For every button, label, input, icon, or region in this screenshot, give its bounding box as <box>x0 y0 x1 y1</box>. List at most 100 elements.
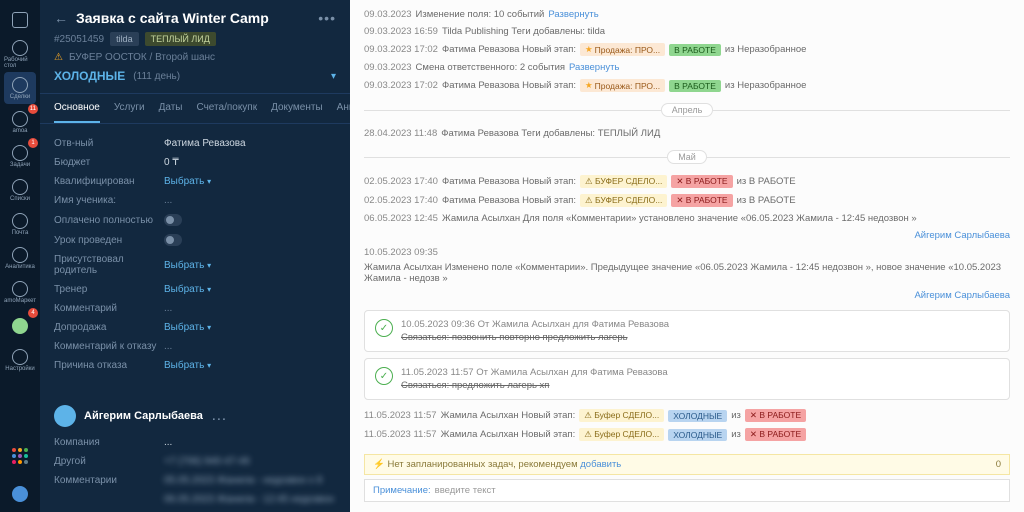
toggle[interactable] <box>164 234 182 246</box>
month-divider: Апрель <box>661 103 714 117</box>
field-label: Допродажа <box>54 322 164 333</box>
contact-section[interactable]: Айгерим Сарлыбаева … <box>54 395 336 433</box>
more-menu-icon[interactable]: ••• <box>318 10 336 26</box>
chat-icon <box>12 111 28 127</box>
tab-form[interactable]: Анкета <box>337 94 350 123</box>
timeline-event: 02.05.2023 17:40 Фатима Ревазова Новый э… <box>364 191 1010 210</box>
timeline-event: 28.04.2023 11:48 Фатима Ревазова Теги до… <box>364 125 1010 142</box>
pipeline-label: БУФЕР ООСТОК / Второй шанс <box>69 52 215 63</box>
tab-main[interactable]: Основное <box>54 94 100 123</box>
status-chip: ⚠ БУФЕР СДЕЛО... <box>580 194 667 207</box>
field-value[interactable]: Фатима Ревазова <box>164 138 336 149</box>
status-chip: ✕ В РАБОТЕ <box>671 175 732 188</box>
timeline-event: 09.03.2023 16:59 Tilda Publishing Теги д… <box>364 23 1010 40</box>
sidebar-item-chat[interactable]: amoa11 <box>4 106 36 138</box>
contact-field[interactable]: ... <box>164 437 336 448</box>
field-label: Комментарий <box>54 303 164 314</box>
deals-icon <box>12 77 28 93</box>
add-task-link[interactable]: добавить <box>580 459 621 470</box>
tab-services[interactable]: Услуги <box>114 94 145 123</box>
sidebar-item-analytics[interactable]: Аналитика <box>4 242 36 274</box>
status-chip: ✕ В РАБОТЕ <box>745 428 806 441</box>
tab-invoices[interactable]: Счета/покупк <box>196 94 257 123</box>
status-chip: В РАБОТЕ <box>669 80 721 92</box>
nav-sidebar: Рабочий стол Сделки amoa11 Задачи1 Списк… <box>0 0 40 512</box>
field-label: Имя ученика: <box>54 195 164 206</box>
sidebar-item-market[interactable]: amoМаркет <box>4 276 36 308</box>
sidebar-item-settings[interactable]: Настройки <box>4 344 36 376</box>
status-chip: ✕ В РАБОТЕ <box>745 409 806 422</box>
field-label: Комментарий к отказу <box>54 341 164 352</box>
analytics-icon <box>12 247 28 263</box>
badge: 1 <box>28 138 38 148</box>
tasks-icon <box>12 145 28 161</box>
status-chip: ✕ В РАБОТЕ <box>671 194 732 207</box>
event-user-link[interactable]: Айгерим Сарлыбаева <box>364 227 1010 244</box>
sidebar-item-desktop[interactable]: Рабочий стол <box>4 38 36 70</box>
back-button[interactable]: ← <box>54 10 68 26</box>
tab-docs[interactable]: Документы <box>271 94 323 123</box>
expand-link[interactable]: Развернуть <box>548 9 598 20</box>
field-label: Отв-ный <box>54 138 164 149</box>
sidebar-item-bag[interactable] <box>4 4 36 36</box>
tab-dates[interactable]: Даты <box>159 94 183 123</box>
check-icon: ✓ <box>375 367 393 385</box>
contact-field[interactable]: +7 (706) 940-47-46 <box>164 456 336 467</box>
sidebar-item-lists[interactable]: Списки <box>4 174 36 206</box>
contact-field[interactable]: 06.05.2023 Жанила - 12:45 недозвон <box>164 494 336 505</box>
timeline-event: 09.03.2023 Изменение поля: 10 событий Ра… <box>364 6 1010 23</box>
market-icon <box>12 281 28 297</box>
badge: 11 <box>28 104 38 114</box>
status-chip: ★ Продажа: ПРО... <box>580 43 665 56</box>
field-value[interactable]: 0 ₸ <box>164 157 336 168</box>
bulb-icon[interactable] <box>6 480 34 508</box>
timeline-event: 02.05.2023 17:40 Фатима Ревазова Новый э… <box>364 172 1010 191</box>
deal-id: #25051459 <box>54 34 104 45</box>
field-select[interactable]: Выбрать ▾ <box>164 322 336 333</box>
status-chip: В РАБОТЕ <box>669 44 721 56</box>
task-card[interactable]: ✓11.05.2023 11:57 От Жамила Асылхан для … <box>364 358 1010 400</box>
field-select[interactable]: Выбрать ▾ <box>164 176 336 187</box>
status-chip: ⚠ Буфер СДЕЛО... <box>579 409 664 422</box>
sidebar-item-deals[interactable]: Сделки <box>4 72 36 104</box>
desktop-icon <box>12 40 28 56</box>
timeline-event: 09.03.2023 17:02 Фатима Ревазова Новый э… <box>364 40 1010 59</box>
event-user-link[interactable]: Айгерим Сарлыбаева <box>364 287 1010 304</box>
sidebar-item-mail[interactable]: Почта <box>4 208 36 240</box>
field-value[interactable]: ... <box>164 195 336 206</box>
status-chip: ★ Продажа: ПРО... <box>580 79 665 92</box>
field-value[interactable]: ... <box>164 341 336 352</box>
source-tag[interactable]: tilda <box>110 32 139 46</box>
panel-tabs: Основное Услуги Даты Счета/покупк Докуме… <box>40 94 350 124</box>
user-icon <box>12 318 28 334</box>
timeline-event: 11.05.2023 11:57 Жамила Асылхан Новый эт… <box>364 425 1010 444</box>
stage-selector[interactable]: ХОЛОДНЫЕ (111 день) ▾ <box>54 69 336 83</box>
field-select[interactable]: Выбрать ▾ <box>164 284 336 295</box>
task-card[interactable]: ✓10.05.2023 09:36 От Жамила Асылхан для … <box>364 310 1010 352</box>
lists-icon <box>12 179 28 195</box>
warm-tag[interactable]: ТЕПЛЫЙ ЛИД <box>145 32 216 46</box>
apps-icon[interactable] <box>6 442 34 470</box>
badge: 4 <box>28 308 38 318</box>
month-divider: Май <box>667 150 707 164</box>
toggle[interactable] <box>164 214 182 226</box>
sidebar-item-tasks[interactable]: Задачи1 <box>4 140 36 172</box>
field-label: Присутствовал родитель <box>54 254 164 276</box>
check-icon: ✓ <box>375 319 393 337</box>
contact-field[interactable]: 05.05.2023 Жанила - недозвон х 8 <box>164 475 336 486</box>
mail-icon <box>12 213 28 229</box>
note-input[interactable]: Примечание:введите текст <box>364 479 1010 502</box>
field-select[interactable]: Выбрать ▾ <box>164 360 336 371</box>
warning-counter: 0 <box>996 459 1001 470</box>
field-select[interactable]: Выбрать ▾ <box>164 260 336 271</box>
sidebar-item-user[interactable]: 4 <box>4 310 36 342</box>
field-label: Квалифицирован <box>54 176 164 187</box>
status-chip: ⚠ Буфер СДЕЛО... <box>579 428 664 441</box>
field-label: Урок проведен <box>54 235 164 246</box>
chevron-down-icon: ▾ <box>331 71 336 82</box>
deal-panel: ← Заявка с сайта Winter Camp ••• #250514… <box>40 0 350 512</box>
expand-link[interactable]: Развернуть <box>569 62 619 73</box>
stage-days: (111 день) <box>133 71 180 82</box>
field-value[interactable]: ... <box>164 303 336 314</box>
no-tasks-warning: ⚡ Нет запланированных задач, рекомендуем… <box>364 454 1010 475</box>
